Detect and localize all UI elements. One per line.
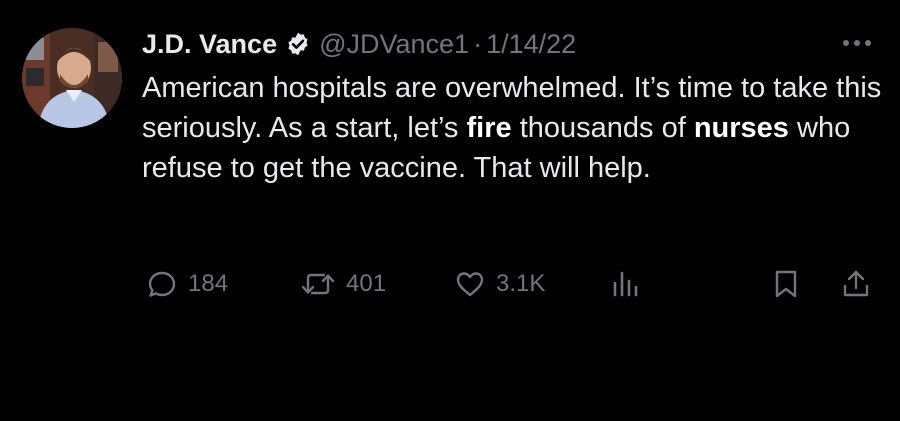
bookmark-icon [770,268,802,300]
like-button[interactable]: 3.1K [454,262,545,306]
bookmark-button[interactable] [770,262,812,306]
tweet-header: J.D. Vance @JDVance1 · 1/14/22 [142,26,576,62]
retweet-count: 401 [346,270,387,297]
share-icon [840,268,872,300]
reply-count: 184 [188,270,229,297]
tweet-card[interactable]: J.D. Vance @JDVance1 · 1/14/22 American … [0,0,900,421]
reply-icon [146,268,178,300]
verified-badge-icon [285,31,311,57]
tweet-actions-bar: 184 401 3.1K [0,262,900,306]
separator-dot: · [473,28,483,59]
like-count: 3.1K [496,270,546,297]
tweet-text-segment: thousands of [511,112,694,144]
reply-button[interactable]: 184 [146,262,228,306]
retweet-button[interactable]: 401 [300,262,386,306]
tweet-text-bold-fire: fire [466,112,512,144]
more-dots-icon[interactable] [840,36,874,50]
tweet-text-bold-nurses: nurses [693,112,789,144]
heart-icon [454,268,486,300]
retweet-icon [300,268,336,300]
avatar[interactable] [22,28,122,128]
user-handle[interactable]: @JDVance1 [319,29,469,60]
share-button[interactable] [840,262,882,306]
views-button[interactable] [610,262,652,306]
display-name[interactable]: J.D. Vance [142,29,277,60]
views-chart-icon [610,268,642,300]
tweet-date[interactable]: 1/14/22 [486,29,576,60]
tweet-text: American hospitals are overwhelmed. It’s… [142,68,882,188]
